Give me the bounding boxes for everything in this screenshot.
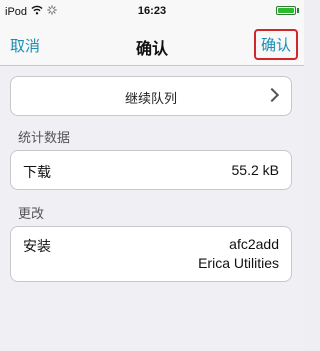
status-time: 16:23 — [137, 5, 167, 17]
package-name: afc2add — [229, 236, 279, 252]
status-bar: iPod 16:23 — [0, 0, 304, 22]
stats-card: 下载 55.2 kB — [10, 150, 292, 190]
continue-queue-button[interactable]: 继续队列 — [10, 76, 292, 116]
cancel-button[interactable]: 取消 — [10, 35, 40, 56]
package-author: Erica Utilities — [198, 255, 279, 271]
nav-bar: 取消 确认 确认 — [0, 22, 304, 66]
confirm-button[interactable]: 确认 — [253, 29, 298, 60]
battery-icon — [276, 6, 296, 15]
download-label: 下载 — [23, 164, 51, 180]
battery-tip — [297, 8, 299, 13]
stats-section-header: 统计数据 — [18, 130, 71, 145]
battery-fill — [278, 8, 294, 13]
install-label: 安装 — [23, 238, 51, 254]
download-value: 55.2 kB — [231, 162, 279, 178]
changes-card: 安装 afc2add Erica Utilities — [10, 226, 292, 282]
app-screen: iPod 16:23 取消 确认 确认 继续队列 统计数据 下载 55.2 kB… — [0, 0, 304, 351]
changes-section-header: 更改 — [18, 206, 45, 221]
continue-queue-label: 继续队列 — [124, 91, 177, 106]
